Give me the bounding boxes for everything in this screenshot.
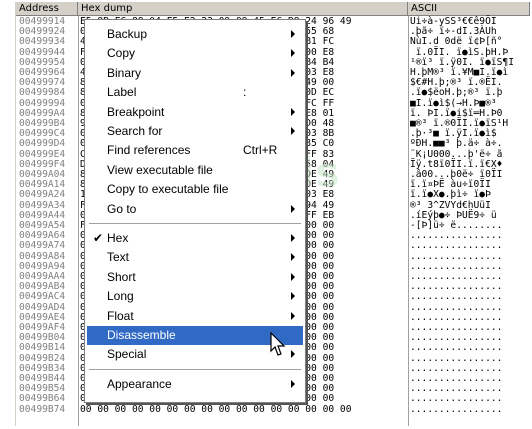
menu-item-label: Search for — [107, 124, 163, 138]
submenu-arrow-icon — [291, 311, 295, 320]
menu-item-label: Short — [107, 269, 136, 284]
submenu-arrow-icon — [291, 107, 295, 116]
menu-item-go-to[interactable]: Go to — [87, 200, 303, 219]
row-address: 00499A74 — [19, 240, 66, 252]
submenu-arrow-icon — [291, 30, 295, 38]
row-ascii: ................ — [410, 403, 503, 415]
menu-item-label: Go to — [107, 201, 137, 216]
menu-item-binary[interactable]: Binary — [87, 64, 303, 83]
checkmark-icon: ✔ — [93, 231, 104, 245]
row-ascii: NùI.d 0dë ï¢Þ[ñ° — [410, 36, 503, 48]
row-ascii: ................ — [410, 393, 503, 405]
menu-separator — [89, 368, 301, 370]
menu-item-short[interactable]: Short — [87, 268, 303, 287]
submenu-arrow-icon — [291, 234, 295, 242]
submenu-arrow-icon — [291, 49, 295, 58]
menu-item-label: Label — [107, 85, 137, 100]
table-row[interactable]: 00499B74 00 00 00 00 00 00 00 00 00 00 00… — [16, 403, 530, 415]
row-ascii: ................ — [410, 240, 503, 252]
menu-item-label: Copy — [107, 46, 136, 61]
submenu-arrow-icon — [291, 379, 295, 388]
submenu-arrow-icon — [291, 127, 295, 135]
row-ascii: ºÐH.■■³ þ.ä÷ à÷. — [410, 138, 503, 150]
menu-separator — [89, 223, 301, 224]
menu-item-appearance[interactable]: Appearance — [87, 375, 303, 394]
menu-item-copy[interactable]: Copy — [87, 44, 303, 63]
row-address: 004999D4 — [19, 138, 66, 150]
menu-item-label: View executable file — [107, 162, 213, 177]
menu-item-view-executable-file[interactable]: View executable file — [87, 161, 303, 180]
row-address: 00499AC4 — [19, 291, 66, 303]
row-address: 00499B74 — [19, 403, 66, 415]
menu-item-label: Text — [107, 250, 130, 265]
address-column-header[interactable]: Address — [16, 2, 78, 16]
menu-item-label: Float — [107, 308, 134, 323]
row-ascii: ................ — [410, 291, 503, 303]
menu-item-copy-to-executable-file[interactable]: Copy to executable file — [87, 180, 303, 199]
menu-item-long[interactable]: Long — [87, 287, 303, 306]
row-ascii: ................ — [410, 342, 503, 354]
submenu-arrow-icon — [291, 292, 295, 301]
menu-item-text[interactable]: Text — [87, 248, 303, 267]
menu-item-label: Hex — [107, 231, 129, 245]
menu-item-shortcut: Ctrl+R — [243, 143, 278, 158]
submenu-arrow-icon — [291, 272, 295, 281]
menu-item-search-for[interactable]: Search for — [87, 122, 303, 141]
submenu-arrow-icon — [291, 253, 295, 262]
menu-item-label: Disassemble — [107, 328, 176, 342]
submenu-arrow-icon — [291, 68, 295, 77]
menu-item-backup[interactable]: Backup — [87, 25, 303, 44]
submenu-arrow-icon — [291, 350, 295, 359]
menu-item-shortcut: : — [243, 85, 247, 100]
row-address: 00499934 — [19, 36, 66, 48]
row-ascii: ï.ï●X●.þì÷ ï●Þ — [410, 189, 491, 201]
menu-item-label: Backup — [107, 27, 148, 41]
menu-item-label[interactable]: Label: — [87, 83, 303, 102]
menu-item-label: Find references — [107, 143, 191, 158]
menu-item-hex[interactable]: ✔ Hex — [87, 229, 303, 248]
menu-item-label: Appearance — [107, 376, 172, 391]
menu-item-float[interactable]: Float — [87, 307, 303, 326]
hex-dump-column-header[interactable]: Hex dump — [78, 2, 408, 16]
menu-item-label: Copy to executable file — [107, 182, 229, 197]
menu-item-label: Breakpoint — [107, 104, 165, 119]
menu-item-label: Special — [107, 347, 147, 362]
row-address: 00499A24 — [19, 189, 66, 201]
mouse-pointer-icon — [270, 332, 286, 356]
menu-item-breakpoint[interactable]: Breakpoint — [87, 103, 303, 122]
row-ascii: .ï●$ëoH.þ;®³ ï.þ — [410, 87, 503, 99]
row-hex: 00 00 00 00 00 00 00 00 00 00 00 00 00 0… — [80, 403, 352, 415]
menu-item-label: Binary — [107, 65, 142, 80]
menu-item-label: Long — [107, 289, 134, 304]
row-address: 00499B14 — [19, 342, 66, 354]
ascii-column-header[interactable]: ASCII — [408, 2, 530, 16]
submenu-arrow-icon — [291, 204, 295, 213]
row-address: 00499984 — [19, 87, 66, 99]
menu-item-find-references[interactable]: Find references Ctrl+R — [87, 141, 303, 160]
row-address: 00499B64 — [19, 393, 66, 405]
